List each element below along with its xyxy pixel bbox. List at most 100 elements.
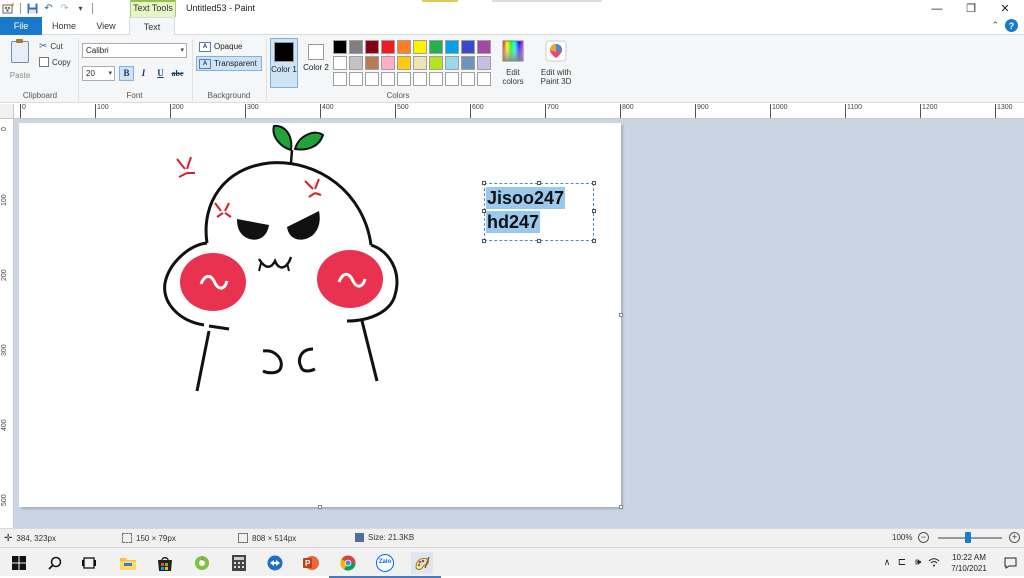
chrome-icon[interactable]	[329, 552, 367, 578]
redo-icon[interactable]: ↷	[58, 2, 71, 15]
resize-handle[interactable]	[482, 239, 486, 243]
font-size-select[interactable]: 20 ▾	[82, 66, 115, 81]
resize-handle[interactable]	[592, 209, 596, 213]
windows-start-icon[interactable]	[8, 552, 30, 574]
bold-button[interactable]: B	[119, 66, 134, 81]
zoom-out-button[interactable]: −	[918, 532, 929, 543]
tab-text[interactable]: Text	[129, 17, 175, 36]
palette-swatch[interactable]	[333, 72, 347, 86]
opaque-button[interactable]: A Opaque	[196, 39, 262, 54]
app-clover-icon[interactable]	[191, 552, 213, 574]
font-family-select[interactable]: Calibri ▾	[82, 43, 187, 58]
palette-swatch[interactable]	[397, 56, 411, 70]
file-explorer-icon[interactable]	[117, 552, 139, 574]
cut-button[interactable]: ✂ Cut	[39, 41, 63, 52]
tab-view[interactable]: View	[86, 17, 126, 35]
paste-button[interactable]: Paste	[6, 39, 34, 85]
resize-handle[interactable]	[537, 239, 541, 243]
wifi-icon[interactable]	[926, 557, 942, 569]
resize-handle[interactable]	[482, 181, 486, 185]
italic-button[interactable]: I	[136, 66, 151, 81]
palette-swatch[interactable]	[333, 40, 347, 54]
text-line-1[interactable]: Jisoo247	[486, 187, 566, 209]
palette-swatch[interactable]	[429, 56, 443, 70]
palette-swatch[interactable]	[413, 56, 427, 70]
palette-swatch[interactable]	[429, 40, 443, 54]
palette-swatch[interactable]	[413, 40, 427, 54]
palette-swatch[interactable]	[349, 40, 363, 54]
palette-swatch[interactable]	[397, 72, 411, 86]
palette-swatch[interactable]	[429, 72, 443, 86]
tab-file[interactable]: File	[0, 17, 42, 35]
palette-swatch[interactable]	[445, 40, 459, 54]
close-button[interactable]: ✕	[988, 0, 1022, 17]
drawing-canvas[interactable]: Jisoo247 hd247	[19, 123, 623, 509]
zoom-in-button[interactable]: +	[1009, 532, 1020, 543]
edit-colors-button[interactable]: Edit colors	[498, 38, 528, 86]
palette-swatch[interactable]	[461, 56, 475, 70]
text-selection-box[interactable]: Jisoo247 hd247	[482, 181, 596, 243]
palette-swatch[interactable]	[365, 72, 379, 86]
paint-app-icon[interactable]	[2, 2, 15, 15]
search-icon[interactable]	[44, 552, 66, 574]
show-hidden-icons-icon[interactable]: ∧	[880, 557, 894, 568]
collapse-ribbon-icon[interactable]: ⌃	[991, 20, 999, 31]
palette-swatch[interactable]	[413, 72, 427, 86]
resize-handle[interactable]	[592, 181, 596, 185]
quick-access-toolbar: ↶ ↷ ▾	[0, 1, 95, 16]
volume-icon[interactable]: 🕪	[910, 557, 926, 568]
crosshair-icon: ✛	[4, 533, 13, 544]
maximize-button[interactable]: ❐	[954, 0, 988, 17]
palette-swatch[interactable]	[477, 72, 491, 86]
clock[interactable]: 10:22 AM 7/10/2021	[942, 552, 996, 574]
edit-with-paint3d-button[interactable]: Edit with Paint 3D	[535, 38, 577, 86]
strikethrough-button[interactable]: abc	[170, 66, 185, 81]
transparent-button[interactable]: A Transparent	[196, 56, 262, 71]
palette-swatch[interactable]	[365, 56, 379, 70]
resize-handle[interactable]	[592, 239, 596, 243]
palette-swatch[interactable]	[349, 56, 363, 70]
canvas-resize-handle-bottom[interactable]	[318, 505, 322, 509]
undo-icon[interactable]: ↶	[42, 2, 55, 15]
store-icon[interactable]	[154, 552, 176, 574]
qat-separator-2	[92, 3, 93, 14]
palette-swatch[interactable]	[445, 56, 459, 70]
copy-button[interactable]: Copy	[39, 57, 71, 67]
notifications-icon[interactable]	[996, 557, 1024, 569]
tab-home[interactable]: Home	[44, 17, 84, 35]
zoom-slider-thumb[interactable]	[965, 532, 971, 543]
customize-qat-icon[interactable]: ▾	[74, 2, 87, 15]
palette-swatch[interactable]	[381, 72, 395, 86]
palette-swatch[interactable]	[445, 72, 459, 86]
palette-swatch[interactable]	[349, 72, 363, 86]
paint-taskbar-icon[interactable]	[403, 552, 441, 578]
palette-swatch[interactable]	[461, 72, 475, 86]
font-size-value: 20	[86, 69, 95, 78]
canvas-size-value: 808 × 514px	[252, 533, 297, 543]
palette-swatch[interactable]	[381, 40, 395, 54]
calculator-icon[interactable]	[228, 552, 250, 574]
powerpoint-icon[interactable]: P	[300, 552, 322, 574]
color1-button[interactable]: Color 1	[270, 38, 298, 88]
save-icon[interactable]	[26, 2, 39, 15]
palette-swatch[interactable]	[381, 56, 395, 70]
palette-swatch[interactable]	[365, 40, 379, 54]
minimize-button[interactable]: —	[920, 0, 954, 17]
resize-handle[interactable]	[537, 181, 541, 185]
underline-button[interactable]: U	[153, 66, 168, 81]
palette-swatch[interactable]	[333, 56, 347, 70]
window-title: Untitled53 - Paint	[186, 3, 256, 13]
task-view-icon[interactable]	[78, 552, 100, 574]
canvas-resize-handle-corner[interactable]	[619, 505, 623, 509]
palette-swatch[interactable]	[461, 40, 475, 54]
help-icon[interactable]: ?	[1005, 19, 1018, 32]
text-line-2[interactable]: hd247	[486, 211, 541, 233]
color2-button[interactable]: Color 2	[302, 38, 330, 88]
palette-swatch[interactable]	[477, 40, 491, 54]
teamviewer-icon[interactable]	[264, 552, 286, 574]
palette-swatch[interactable]	[397, 40, 411, 54]
palette-swatch[interactable]	[477, 56, 491, 70]
canvas-resize-handle-right[interactable]	[619, 313, 623, 317]
zalo-icon[interactable]: Zalo	[366, 552, 404, 578]
network-adapter-icon[interactable]: ⊏	[894, 557, 910, 568]
